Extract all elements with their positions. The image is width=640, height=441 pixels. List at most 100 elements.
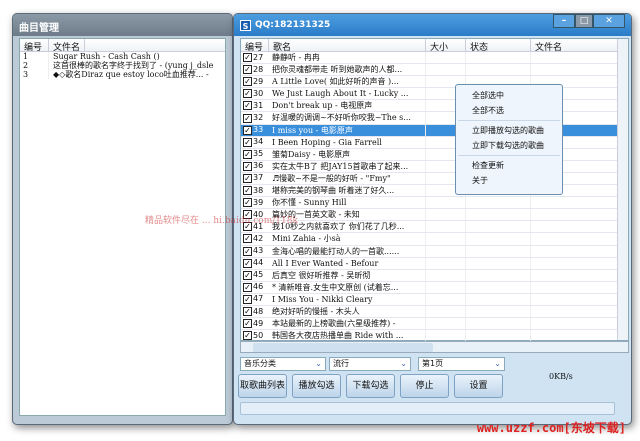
settings-button[interactable]: 设置 xyxy=(454,374,503,398)
checkbox[interactable]: ✓ xyxy=(243,319,252,329)
song-name: We Just Laugh About It - Lucky ... xyxy=(269,88,426,100)
row-number: 45 xyxy=(253,270,264,280)
menu-select-none[interactable]: 全部不选 xyxy=(456,103,562,118)
checkbox[interactable]: ✓ xyxy=(243,125,252,135)
checkbox[interactable]: ✓ xyxy=(243,65,252,75)
checkbox[interactable]: ✓ xyxy=(243,101,252,111)
col-number[interactable]: 编号 xyxy=(20,39,49,53)
table-row[interactable]: ✓ 46 * 清新唯音.女生中文原创 (试着忘... xyxy=(241,281,617,294)
table-row[interactable]: ✓ 43 金海心唱的最能打动人的一首歌...... xyxy=(241,245,617,258)
row-number: 32 xyxy=(253,113,264,123)
menu-divider xyxy=(458,155,560,156)
checkbox[interactable]: ✓ xyxy=(243,89,252,99)
checkbox[interactable]: ✓ xyxy=(243,270,252,280)
table-row[interactable]: ✓ 48 绝对好听的慢摇 - 木头人 xyxy=(241,305,617,319)
checkbox[interactable]: ✓ xyxy=(243,294,252,304)
table-row[interactable]: ✓ 27 静静听 - 冉冉 xyxy=(241,52,617,65)
checkbox[interactable]: ✓ xyxy=(243,113,252,123)
row-number: 3 xyxy=(20,70,49,79)
checkbox[interactable]: ✓ xyxy=(243,307,252,317)
checkbox[interactable]: ✓ xyxy=(243,137,252,147)
checkbox[interactable]: ✓ xyxy=(243,161,252,171)
checkbox[interactable]: ✓ xyxy=(243,282,252,292)
col-number[interactable]: 编号 xyxy=(241,39,269,53)
checkbox[interactable]: ✓ xyxy=(243,149,252,159)
menu-play-now[interactable]: 立即播放勾选的歌曲 xyxy=(456,123,562,138)
list-item[interactable]: 3 ◆◇歌名Diraz que estoy loco吐血推荐... - xyxy=(20,70,225,79)
fetch-list-button[interactable]: 取歌曲列表 xyxy=(238,374,287,398)
row-number: 48 xyxy=(253,306,264,316)
table-row[interactable]: ✓ 47 I Miss You - Nikki Cleary xyxy=(241,293,617,306)
table-row[interactable]: ✓ 39 你不懂 - Sunny Hill xyxy=(241,197,617,210)
genre-select[interactable]: 流行 ⌄ xyxy=(329,357,411,371)
window-title: 曲目管理 xyxy=(13,14,232,36)
download-checked-button[interactable]: 下载勾选 xyxy=(346,374,395,398)
row-number: 34 xyxy=(253,137,264,147)
row-number: 35 xyxy=(253,149,264,159)
table-row[interactable]: ✓ 44 All I Ever Wanted - Befour xyxy=(241,257,617,270)
checkbox[interactable]: ✓ xyxy=(243,258,252,268)
status-bar xyxy=(240,402,615,415)
table-row[interactable]: ✓ 49 本站最新的上榜歌曲(六星级推荐) - xyxy=(241,318,617,331)
checkbox[interactable]: ✓ xyxy=(243,186,252,196)
checkbox[interactable]: ✓ xyxy=(243,198,252,208)
row-filename: Sugar Rush - Cash Cash () xyxy=(53,52,160,61)
col-status[interactable]: 状态 xyxy=(466,39,531,53)
checkbox[interactable]: ✓ xyxy=(243,331,252,341)
song-name: Don't break up - 电视原声 xyxy=(269,100,426,112)
list-item[interactable]: 1 Sugar Rush - Cash Cash () xyxy=(20,52,225,61)
song-name: I miss you - 电影原声 xyxy=(269,124,426,136)
stop-button[interactable]: 停止 xyxy=(400,374,449,398)
maximize-button[interactable]: □ xyxy=(575,14,593,28)
horizontal-scrollbar[interactable] xyxy=(240,341,629,353)
menu-select-all[interactable]: 全部选中 xyxy=(456,88,562,103)
row-filename: ◆◇歌名Diraz que estoy loco吐血推荐... - xyxy=(53,70,209,79)
checkbox[interactable]: ✓ xyxy=(243,77,252,87)
row-number: 42 xyxy=(253,233,264,243)
file-list: 编号 文件名 1 Sugar Rush - Cash Cash () 2 这首很棒的歌名… xyxy=(19,38,226,416)
col-size[interactable]: 大小 xyxy=(426,39,466,53)
row-number: 33 xyxy=(253,125,264,135)
table-row[interactable]: ✓ 28 把你灵魂都带走 听到她歌声的人都... xyxy=(241,64,617,77)
song-name: 实在太牛B了 把JAY15首歌串了起来... xyxy=(269,160,426,172)
song-name: 后真空 很好听推荐 - 吴昕彻 xyxy=(269,269,426,281)
page-select[interactable]: 第1页 ⌄ xyxy=(418,357,505,371)
row-number: 46 xyxy=(253,282,264,292)
song-name: 堪称完美的钢琴曲 听着迷了好久... xyxy=(269,185,426,197)
chevron-down-icon: ⌄ xyxy=(315,359,322,368)
song-name: 静静听 - 冉冉 xyxy=(269,52,426,64)
col-filename[interactable]: 文件名 xyxy=(49,39,86,53)
song-name: A Little Love( 如此好听的声音 )... xyxy=(269,76,426,88)
list-item[interactable]: 2 这首很棒的歌名字终于找到了 - (yung j_dsle xyxy=(20,61,225,70)
checkbox[interactable]: ✓ xyxy=(243,234,252,244)
table-row[interactable]: ✓ 42 Mini Zahia - 小sà xyxy=(241,233,617,246)
menu-about[interactable]: 关于 xyxy=(456,173,562,188)
col-song[interactable]: 歌名 xyxy=(269,39,426,53)
category-select[interactable]: 音乐分类 ⌄ xyxy=(240,357,326,371)
menu-download-now[interactable]: 立即下载勾选的歌曲 xyxy=(456,138,562,153)
table-row[interactable]: ✓ 45 后真空 很好听推荐 - 吴昕彻 xyxy=(241,269,617,282)
play-checked-button[interactable]: 播放勾选 xyxy=(292,374,341,398)
row-number: 29 xyxy=(253,76,264,86)
minimize-button[interactable]: – xyxy=(553,14,575,28)
checkbox[interactable]: ✓ xyxy=(243,246,252,256)
download-speed: 0KB/s xyxy=(549,372,573,381)
song-name: I Been Hoping - Gia Farrell xyxy=(269,136,426,148)
checkbox[interactable]: ✓ xyxy=(243,173,252,183)
row-number: 1 xyxy=(20,52,49,61)
row-number: 47 xyxy=(253,294,264,304)
app-logo-icon: S xyxy=(240,19,251,31)
menu-check-update[interactable]: 检查更新 xyxy=(456,158,562,173)
col-filename[interactable]: 文件名 xyxy=(531,39,628,53)
song-name: * 清新唯音.女生中文原创 (试着忘... xyxy=(269,281,426,293)
context-menu: 全部选中 全部不选 立即播放勾选的歌曲 立即下载勾选的歌曲 检查更新 关于 xyxy=(455,84,563,195)
watermark-bottom: www.uzzf.com[东坡下载] xyxy=(476,421,626,435)
row-number: 39 xyxy=(253,197,264,207)
song-name: ♬慢歌~不是一般的好听 - "Fmy" xyxy=(269,172,426,185)
song-name: 金海心唱的最能打动人的一首歌...... xyxy=(269,245,426,257)
song-name: 韩国各大夜店热播单曲 Ride with ... xyxy=(269,330,426,342)
checkbox[interactable]: ✓ xyxy=(243,53,252,63)
row-number: 49 xyxy=(253,318,264,328)
vertical-scrollbar[interactable] xyxy=(617,39,628,340)
close-button[interactable]: ✕ xyxy=(593,14,625,28)
